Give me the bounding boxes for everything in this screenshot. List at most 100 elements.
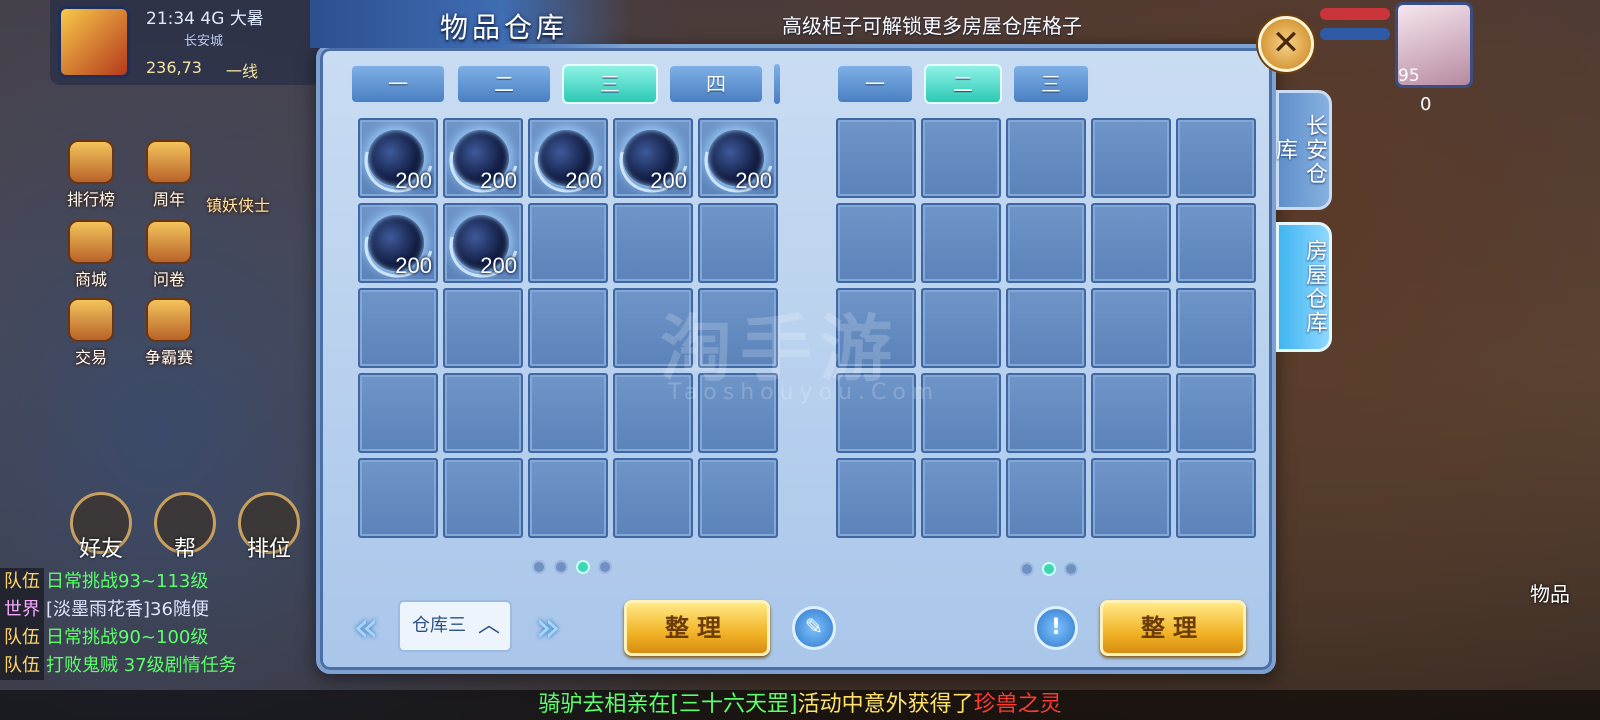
shop-icon xyxy=(68,220,114,264)
bag-slot[interactable]: 200 xyxy=(358,118,438,198)
edit-icon[interactable]: ✎ xyxy=(792,606,836,650)
next-store-arrow-icon[interactable]: » xyxy=(528,604,568,650)
storage-slot[interactable] xyxy=(836,203,916,283)
guild-emblem-icon[interactable] xyxy=(58,6,130,78)
bag-slot[interactable] xyxy=(698,203,778,283)
page-dot[interactable] xyxy=(1064,562,1078,576)
page-dot[interactable] xyxy=(1020,562,1034,576)
storage-slot[interactable] xyxy=(836,458,916,538)
demon-hero-label[interactable]: 镇妖侠士 xyxy=(188,192,288,216)
storage-slot[interactable] xyxy=(1176,118,1256,198)
chat-message: 打败鬼贼 37级剧情任务 xyxy=(46,655,237,676)
side-tab-house-storage[interactable]: 房屋仓库 xyxy=(1276,222,1332,352)
storage-slot[interactable] xyxy=(1176,203,1256,283)
storage-slot[interactable] xyxy=(1006,203,1086,283)
bag-slot[interactable] xyxy=(528,458,608,538)
friends-button[interactable]: 好友 xyxy=(70,492,132,562)
page-dot[interactable] xyxy=(532,560,546,574)
bag-slot[interactable] xyxy=(613,288,693,368)
page-dot[interactable] xyxy=(598,560,612,574)
right-tab-1[interactable]: 一 xyxy=(836,64,914,104)
left-tab-3[interactable]: 三 xyxy=(562,64,658,104)
storage-slot[interactable] xyxy=(1176,373,1256,453)
chat-panel[interactable]: 队伍 日常挑战93~113级 世界 [淡墨雨花香]36随便 队伍 日常挑战90~100… xyxy=(0,568,330,680)
bag-slot[interactable] xyxy=(443,458,523,538)
right-tab-3[interactable]: 三 xyxy=(1012,64,1090,104)
bag-slot[interactable]: 200 xyxy=(698,118,778,198)
bag-slot[interactable]: 200 xyxy=(528,118,608,198)
survey-button[interactable]: 问卷 xyxy=(138,220,200,290)
storage-slot[interactable] xyxy=(1006,373,1086,453)
bag-slot[interactable] xyxy=(613,373,693,453)
bag-slot[interactable] xyxy=(698,458,778,538)
prev-store-arrow-icon[interactable]: « xyxy=(346,604,386,650)
trade-button[interactable]: 交易 xyxy=(60,298,122,368)
side-tab-changan-storage[interactable]: 长安仓库 xyxy=(1272,90,1332,210)
sort-storage-button[interactable]: 整理 xyxy=(1100,600,1246,656)
bag-slot[interactable] xyxy=(528,373,608,453)
bag-slot[interactable]: 200 xyxy=(358,203,438,283)
close-button[interactable]: ✕ xyxy=(1258,16,1314,72)
bag-slot[interactable] xyxy=(698,373,778,453)
dialog-title: 物品仓库 xyxy=(440,11,569,44)
bag-slot[interactable]: 200 xyxy=(443,118,523,198)
bag-slot[interactable] xyxy=(358,288,438,368)
bag-slot[interactable]: 200 xyxy=(443,203,523,283)
server-line-button[interactable]: 一线 xyxy=(226,58,258,82)
bag-slot[interactable] xyxy=(443,373,523,453)
storage-slot[interactable] xyxy=(921,288,1001,368)
storage-slot[interactable] xyxy=(1176,458,1256,538)
storage-slot[interactable] xyxy=(1091,203,1171,283)
storage-slot[interactable] xyxy=(921,458,1001,538)
storage-slot[interactable] xyxy=(1091,118,1171,198)
storage-slot[interactable] xyxy=(1006,288,1086,368)
storage-slot[interactable] xyxy=(921,373,1001,453)
inventory-label[interactable]: 物品 xyxy=(1530,578,1570,607)
storage-slot[interactable] xyxy=(836,373,916,453)
storage-slot[interactable] xyxy=(1006,118,1086,198)
sort-bag-button[interactable]: 整理 xyxy=(624,600,770,656)
left-tab-1[interactable]: 一 xyxy=(350,64,446,104)
store-select-value: 仓库三 xyxy=(412,615,466,636)
chat-line: 队伍 日常挑战90~100级 xyxy=(0,624,330,652)
info-icon[interactable]: ! xyxy=(1034,606,1078,650)
mp-bar xyxy=(1320,28,1390,40)
broadcast-item: 珍兽之灵 xyxy=(973,692,1062,717)
bag-slot[interactable] xyxy=(358,458,438,538)
chat-message: [淡墨雨花香]36随便 xyxy=(46,599,209,620)
page-dot[interactable] xyxy=(1042,562,1056,576)
ranking-button[interactable]: 排行榜 xyxy=(60,140,122,210)
bag-slot[interactable] xyxy=(528,288,608,368)
page-dot[interactable] xyxy=(554,560,568,574)
storage-slot[interactable] xyxy=(1091,458,1171,538)
tournament-button[interactable]: 争霸赛 xyxy=(138,298,200,368)
left-tab-4[interactable]: 四 xyxy=(668,64,764,104)
left-tab-overflow[interactable] xyxy=(774,64,780,104)
bag-slot[interactable] xyxy=(443,288,523,368)
broadcast-player: 骑驴去相亲在 xyxy=(538,692,671,717)
left-tab-2[interactable]: 二 xyxy=(456,64,552,104)
bag-slot[interactable] xyxy=(358,373,438,453)
storage-slot[interactable] xyxy=(836,288,916,368)
ranking-icon xyxy=(68,140,114,184)
hp-bar xyxy=(1320,8,1390,20)
bag-slot[interactable] xyxy=(613,458,693,538)
storage-slot[interactable] xyxy=(1006,458,1086,538)
storage-slot[interactable] xyxy=(1091,373,1171,453)
storage-slot[interactable] xyxy=(921,118,1001,198)
store-select[interactable]: 仓库三 ︿ xyxy=(398,600,512,652)
right-tab-2[interactable]: 二 xyxy=(924,64,1002,104)
bag-slot[interactable] xyxy=(698,288,778,368)
bag-slot[interactable] xyxy=(528,203,608,283)
rank-match-button[interactable]: 排位 xyxy=(238,492,300,562)
storage-slot[interactable] xyxy=(836,118,916,198)
guild-button[interactable]: 帮 xyxy=(154,492,216,562)
storage-slot[interactable] xyxy=(1176,288,1256,368)
shop-button[interactable]: 商城 xyxy=(60,220,122,290)
storage-slot[interactable] xyxy=(1091,288,1171,368)
bag-slot[interactable] xyxy=(613,203,693,283)
page-dot[interactable] xyxy=(576,560,590,574)
storage-slot[interactable] xyxy=(921,203,1001,283)
bag-slot[interactable]: 200 xyxy=(613,118,693,198)
trade-icon xyxy=(68,298,114,342)
